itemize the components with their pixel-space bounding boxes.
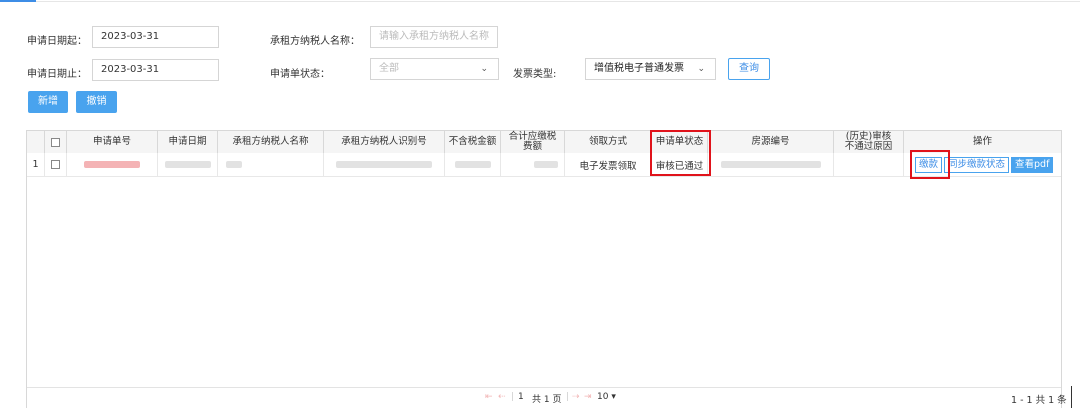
application-no-cell <box>67 153 158 176</box>
table-row[interactable]: 1 电子发票领取 审核已通过 缴款 同步缴款状态 查看pdf <box>27 153 1061 177</box>
last-page-icon[interactable]: ⇥ <box>584 392 592 402</box>
view-pdf-button[interactable]: 查看pdf <box>1011 156 1054 173</box>
reject-reason-cell <box>834 153 904 176</box>
active-tab-indicator <box>0 0 36 2</box>
col-header[interactable]: (历史)审核不通过原因 <box>834 131 904 153</box>
invoice-table: 申请单号 申请日期 承租方纳税人名称 承租方纳税人识别号 不含税金额 合计应缴税… <box>26 130 1067 408</box>
next-page-icon[interactable]: ⇢ <box>572 392 580 402</box>
row-checkbox[interactable] <box>51 160 60 169</box>
chevron-down-icon: ⌄ <box>697 64 705 74</box>
top-divider <box>0 0 1080 2</box>
add-button[interactable]: 新增 <box>28 91 68 113</box>
invoice-type-select-value: 增值税电子普通发票 <box>594 63 684 74</box>
chevron-down-icon: ⌄ <box>480 64 488 74</box>
tenant-name-label: 承租方纳税人名称： <box>270 36 360 47</box>
col-header[interactable]: 领取方式 <box>565 131 652 153</box>
col-header[interactable]: 申请单号 <box>67 131 158 153</box>
prev-page-icon[interactable]: ⇠ <box>498 392 506 402</box>
tenant-name-cell <box>218 153 324 176</box>
property-no-cell <box>708 153 834 176</box>
query-button[interactable]: 查询 <box>728 58 770 80</box>
revoke-button[interactable]: 撤销 <box>76 91 117 113</box>
row-number: 1 <box>27 153 45 176</box>
col-header[interactable]: 承租方纳税人名称 <box>218 131 324 153</box>
status-select-value: 全部 <box>379 63 399 74</box>
amount-excl-tax-cell <box>445 153 501 176</box>
total-tax-cell <box>501 153 565 176</box>
page-size-select[interactable]: 10 ▾ <box>597 392 616 402</box>
col-header[interactable]: 合计应缴税费额 <box>501 131 565 153</box>
record-summary: 1 - 1 共 1 条 <box>1011 395 1067 406</box>
status-highlight-box <box>650 130 711 176</box>
col-header[interactable]: 承租方纳税人识别号 <box>324 131 445 153</box>
row-select-cell <box>45 153 67 176</box>
sync-payment-status-button[interactable]: 同步缴款状态 <box>944 156 1010 173</box>
application-date-cell <box>158 153 218 176</box>
invoice-type-label: 发票类型: <box>513 69 557 80</box>
divider-rule <box>36 1 1080 2</box>
date-end-input[interactable]: 2023-03-31 <box>92 59 219 81</box>
pay-button-highlight-box <box>910 150 950 179</box>
pickup-method-cell: 电子发票领取 <box>565 153 652 176</box>
date-start-label: 申请日期起： <box>27 36 87 47</box>
col-header[interactable]: 不含税金额 <box>445 131 501 153</box>
redacted-value <box>84 161 140 168</box>
current-page-input[interactable]: 1 <box>518 392 524 402</box>
tenant-name-input[interactable]: 请输入承租方纳税人名称 <box>370 26 498 48</box>
redacted-value <box>454 161 491 168</box>
row-number-header <box>27 131 45 153</box>
redacted-value <box>720 161 821 168</box>
tenant-tax-id-cell <box>324 153 445 176</box>
date-start-input[interactable]: 2023-03-31 <box>92 26 219 48</box>
status-select[interactable]: 全部 ⌄ <box>370 58 499 80</box>
table-header: 申请单号 申请日期 承租方纳税人名称 承租方纳税人识别号 不含税金额 合计应缴税… <box>27 131 1061 154</box>
select-all-cell <box>45 131 67 153</box>
date-end-label: 申请日期止： <box>27 69 87 80</box>
first-page-icon[interactable]: ⇤ <box>485 392 493 402</box>
text-cursor <box>1071 386 1072 408</box>
col-header[interactable]: 房源编号 <box>708 131 834 153</box>
redacted-value <box>534 161 558 168</box>
status-label: 申请单状态： <box>270 69 330 80</box>
redacted-value <box>164 161 211 168</box>
select-all-checkbox[interactable] <box>51 137 60 147</box>
redacted-value <box>336 161 432 168</box>
pagination-separator: | <box>511 392 515 402</box>
total-pages-text: 共 1 页 <box>532 395 562 405</box>
pagination-separator: | <box>566 392 570 402</box>
pagination-bar: ⇤ ⇠ | 1 共 1 页 | ⇢ ⇥ 10 ▾ 1 - 1 共 1 条 <box>27 387 1067 408</box>
redacted-value <box>226 161 242 168</box>
col-header[interactable]: 申请日期 <box>158 131 218 153</box>
invoice-type-select[interactable]: 增值税电子普通发票 ⌄ <box>585 58 716 80</box>
